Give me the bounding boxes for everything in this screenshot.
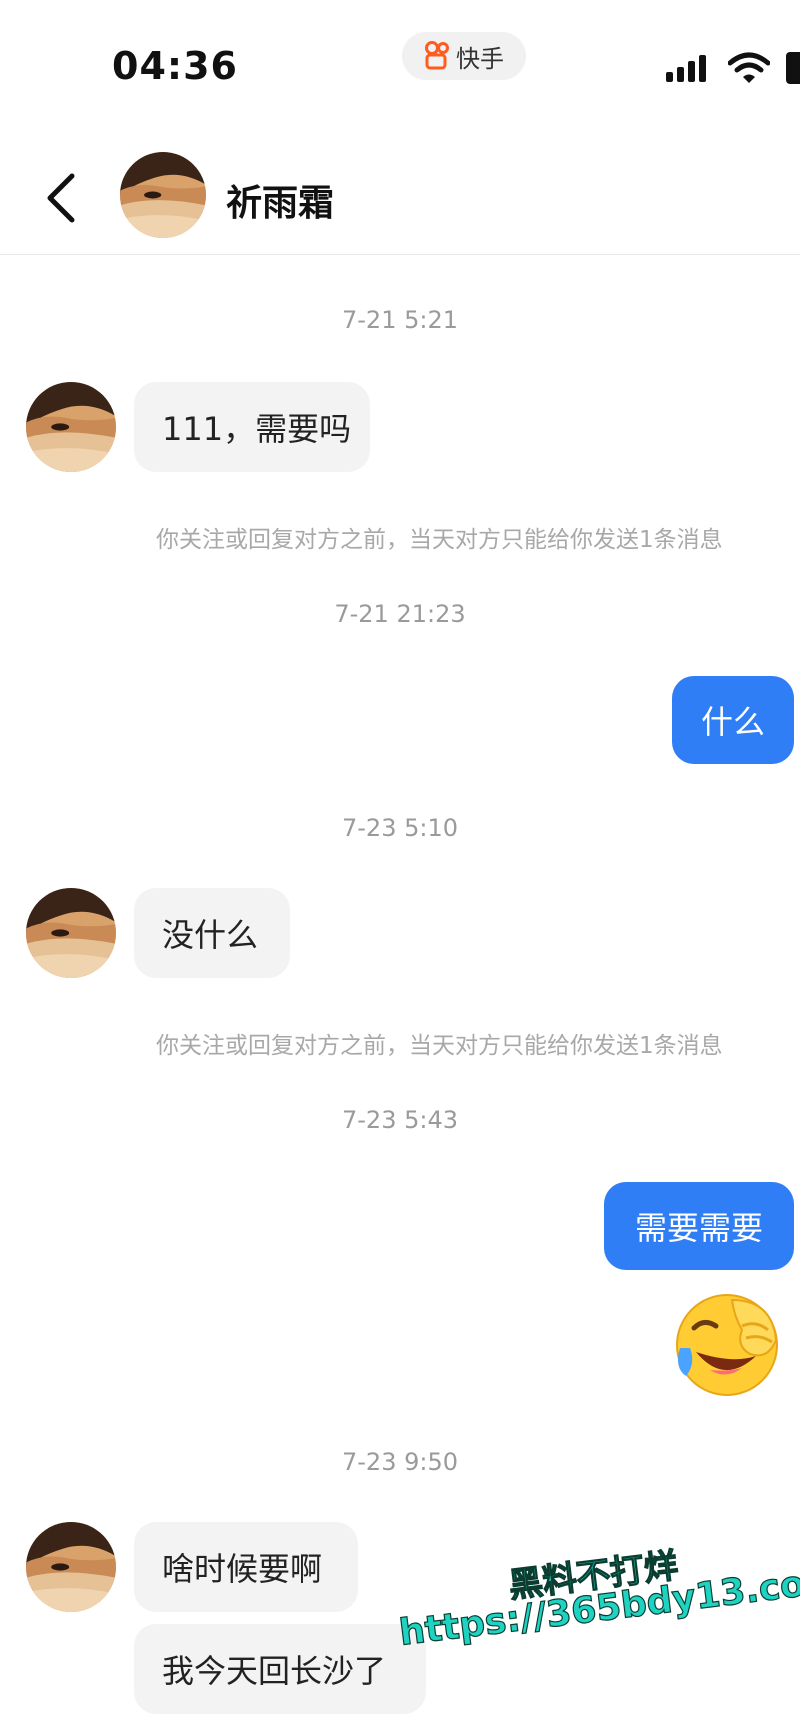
kuaishou-logo-icon: [425, 41, 449, 70]
incoming-message-bubble[interactable]: 啥时候要啊: [134, 1522, 358, 1612]
message-timestamp: 7-23 5:43: [342, 1106, 458, 1134]
app-name: 快手: [456, 44, 504, 73]
outgoing-message-bubble[interactable]: 什么: [672, 676, 794, 764]
signal-bars-icon: [666, 55, 706, 82]
message-limit-notice: 你关注或回复对方之前，当天对方只能给你发送1条消息: [156, 1033, 723, 1059]
message-timestamp: 7-21 21:23: [334, 600, 466, 628]
incoming-message-bubble[interactable]: 我今天回长沙了: [134, 1624, 426, 1714]
message-timestamp: 7-23 5:10: [342, 814, 458, 842]
status-time: 04:36: [112, 44, 238, 88]
wifi-icon: [728, 52, 770, 83]
message-timestamp: 7-21 5:21: [342, 306, 458, 334]
outgoing-message-bubble[interactable]: 需要需要: [604, 1182, 794, 1270]
header-divider: [0, 254, 800, 255]
chevron-left-icon[interactable]: [44, 172, 80, 224]
incoming-message-bubble[interactable]: 111，需要吗: [134, 382, 370, 472]
sender-avatar[interactable]: [26, 382, 116, 472]
contact-avatar[interactable]: [120, 152, 206, 238]
message-timestamp: 7-23 9:50: [342, 1448, 458, 1476]
contact-name[interactable]: 祈雨霜: [226, 174, 334, 226]
message-limit-notice: 你关注或回复对方之前，当天对方只能给你发送1条消息: [156, 527, 723, 553]
incoming-message-bubble[interactable]: 没什么: [134, 888, 290, 978]
app-indicator-pill[interactable]: 快手: [402, 32, 526, 80]
battery-icon: [786, 52, 800, 84]
sender-avatar[interactable]: [26, 1522, 116, 1612]
sender-avatar[interactable]: [26, 888, 116, 978]
laughing-tears-emoji-icon[interactable]: [672, 1290, 782, 1400]
